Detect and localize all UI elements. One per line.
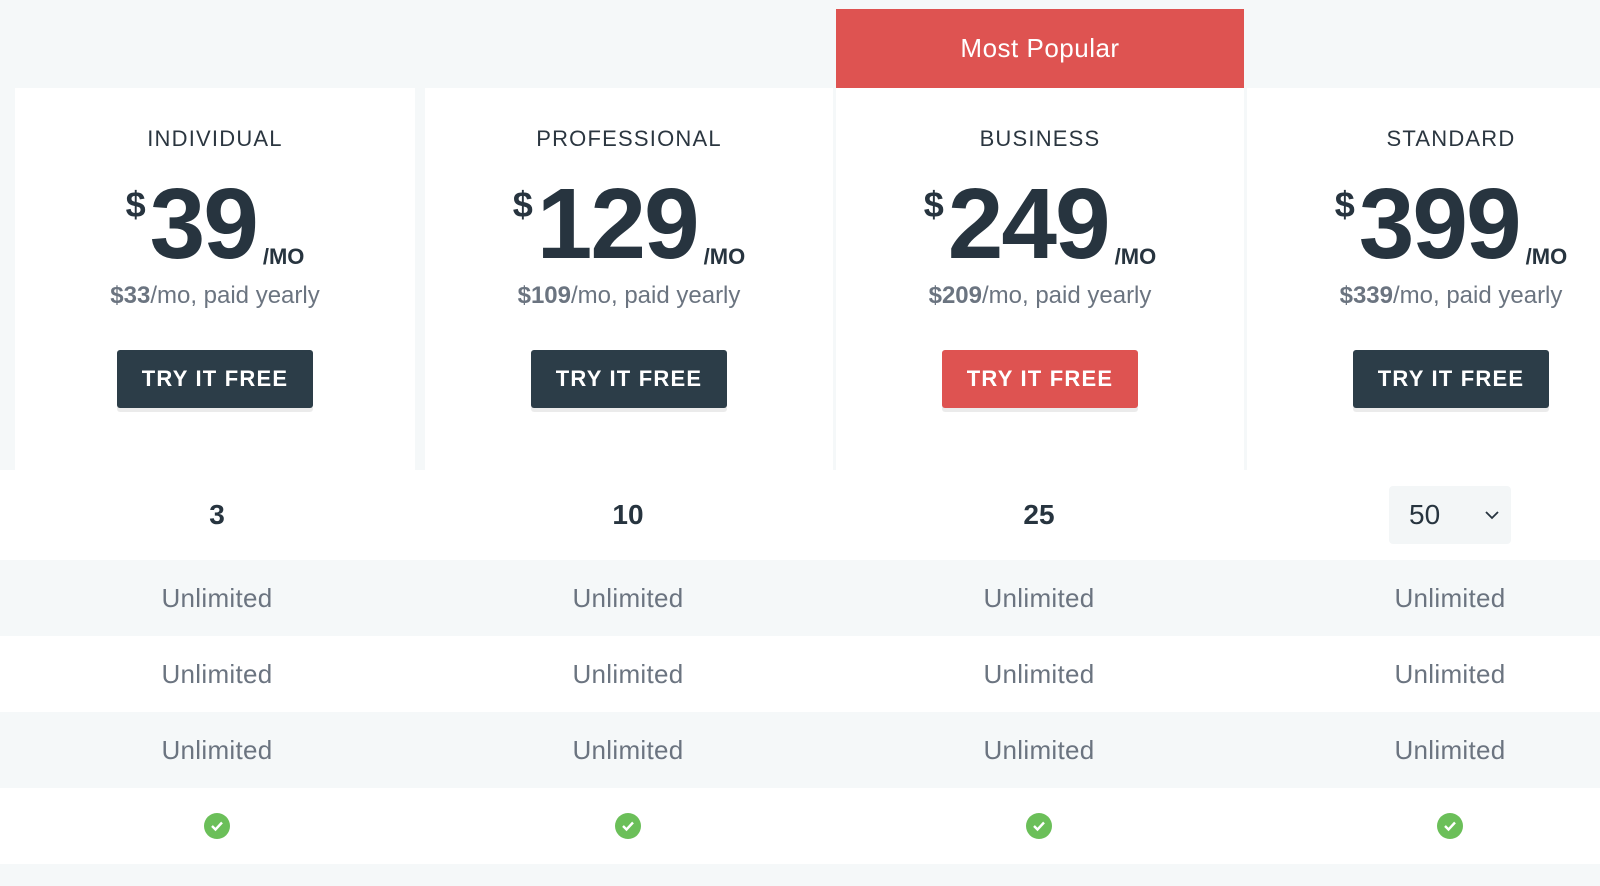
check-circle-icon [615,813,641,839]
yearly-price: $209/mo, paid yearly [929,282,1152,310]
feature-cell: Unlimited [423,636,833,712]
price-amount: 399 [1358,168,1522,280]
feature-value: Unlimited [1394,658,1506,689]
plan-name: INDIVIDUAL [147,126,283,151]
price: $ 399 /MO [1334,168,1568,280]
price-period: /MO [1525,244,1568,269]
try-it-free-button-professional[interactable]: TRY IT FREE [531,350,727,408]
price: $ 249 /MO [923,168,1157,280]
yearly-amount: $339 [1339,282,1393,309]
yearly-price: $109/mo, paid yearly [518,282,741,310]
feature-cell: Unlimited [423,712,833,788]
feature-value: Unlimited [983,734,1095,765]
feature-cell: Unlimited [1245,636,1600,712]
chevron-down-icon [1485,510,1499,519]
feature-value: Unlimited [1394,582,1506,613]
plan-name: BUSINESS [979,126,1101,151]
check-cell [12,788,422,864]
table-row [0,788,1600,864]
plan-card-individual: INDIVIDUAL $ 39 /MO $33/mo, paid yearly … [15,88,415,470]
feature-cell: Unlimited [12,636,422,712]
feature-value: Unlimited [983,658,1095,689]
currency-symbol: $ [125,184,146,225]
user-count: 10 [612,499,644,530]
check-circle-icon [204,813,230,839]
user-count-select[interactable]: 50 [1389,486,1511,544]
table-row: Unlimited Unlimited Unlimited Unlimited [0,560,1600,636]
yearly-suffix: /mo, paid yearly [150,282,320,309]
users-cell: 3 [12,470,422,560]
check-circle-icon [1026,813,1052,839]
table-row: Unlimited Unlimited Unlimited Unlimited [0,712,1600,788]
check-cell [423,788,833,864]
yearly-price: $339/mo, paid yearly [1340,282,1563,310]
feature-value: Unlimited [161,658,273,689]
try-it-free-button-standard[interactable]: TRY IT FREE [1353,350,1549,408]
check-cell [834,788,1244,864]
currency-symbol: $ [512,184,533,225]
plan-card-standard-inner: STANDARD $ 399 /MO $339/mo, paid yearly … [1247,88,1600,470]
feature-cell: Unlimited [1245,712,1600,788]
plan-card-business: BUSINESS $ 249 /MO $209/mo, paid yearly … [836,88,1244,470]
users-cell: 50 [1245,470,1600,560]
yearly-suffix: /mo, paid yearly [570,282,741,309]
price: $ 39 /MO [125,168,305,280]
price-amount: 249 [947,168,1111,280]
currency-symbol: $ [923,184,944,225]
price-amount: 129 [536,168,700,280]
feature-cell: Unlimited [834,560,1244,636]
check-cell [1245,788,1600,864]
plan-name: PROFESSIONAL [536,126,722,151]
yearly-suffix: /mo, paid yearly [981,282,1152,309]
yearly-amount: $109 [517,282,571,309]
currency-symbol: $ [1334,184,1355,225]
feature-value: Unlimited [572,658,684,689]
price-amount: 39 [149,168,259,280]
feature-cell: Unlimited [12,560,422,636]
feature-cell: Unlimited [834,636,1244,712]
feature-cell: Unlimited [423,560,833,636]
feature-value: Unlimited [572,734,684,765]
users-cell: 10 [423,470,833,560]
plan-card-standard: STANDARD $ 399 /MO $339/mo, paid yearly … [1247,88,1600,470]
feature-value: Unlimited [572,582,684,613]
feature-value: Unlimited [161,734,273,765]
table-row-partial [0,864,1600,886]
feature-cell: Unlimited [834,712,1244,788]
yearly-amount: $33 [110,282,151,309]
user-count: 25 [1023,499,1055,530]
yearly-suffix: /mo, paid yearly [1392,282,1563,309]
feature-value: Unlimited [161,582,273,613]
yearly-price: $33/mo, paid yearly [110,282,319,310]
feature-value: Unlimited [983,582,1095,613]
price-period: /MO [262,244,305,269]
try-it-free-button-individual[interactable]: TRY IT FREE [117,350,313,408]
price-period: /MO [1114,244,1157,269]
selected-user-count: 50 [1409,499,1441,530]
plan-card-professional: PROFESSIONAL $ 129 /MO $109/mo, paid yea… [425,88,833,470]
most-popular-badge: Most Popular [836,9,1244,88]
price: $ 129 /MO [512,168,746,280]
feature-cell: Unlimited [12,712,422,788]
user-count: 3 [209,499,225,530]
feature-cell: Unlimited [1245,560,1600,636]
table-row: Unlimited Unlimited Unlimited Unlimited [0,636,1600,712]
popular-banner-row: Most Popular [0,9,1600,88]
table-row-users: 3 10 25 50 [0,470,1600,560]
yearly-amount: $209 [928,282,982,309]
feature-table: 3 10 25 50 Unlimited Unlimited Unlimited… [0,470,1600,886]
feature-value: Unlimited [1394,734,1506,765]
plan-cards: INDIVIDUAL $ 39 /MO $33/mo, paid yearly … [0,88,1600,470]
plan-name: STANDARD [1386,126,1516,151]
try-it-free-button-business[interactable]: TRY IT FREE [942,350,1138,408]
price-period: /MO [703,244,746,269]
pricing-page: Most Popular INDIVIDUAL $ 39 /MO $33/mo,… [0,0,1600,886]
check-circle-icon [1437,813,1463,839]
users-cell: 25 [834,470,1244,560]
